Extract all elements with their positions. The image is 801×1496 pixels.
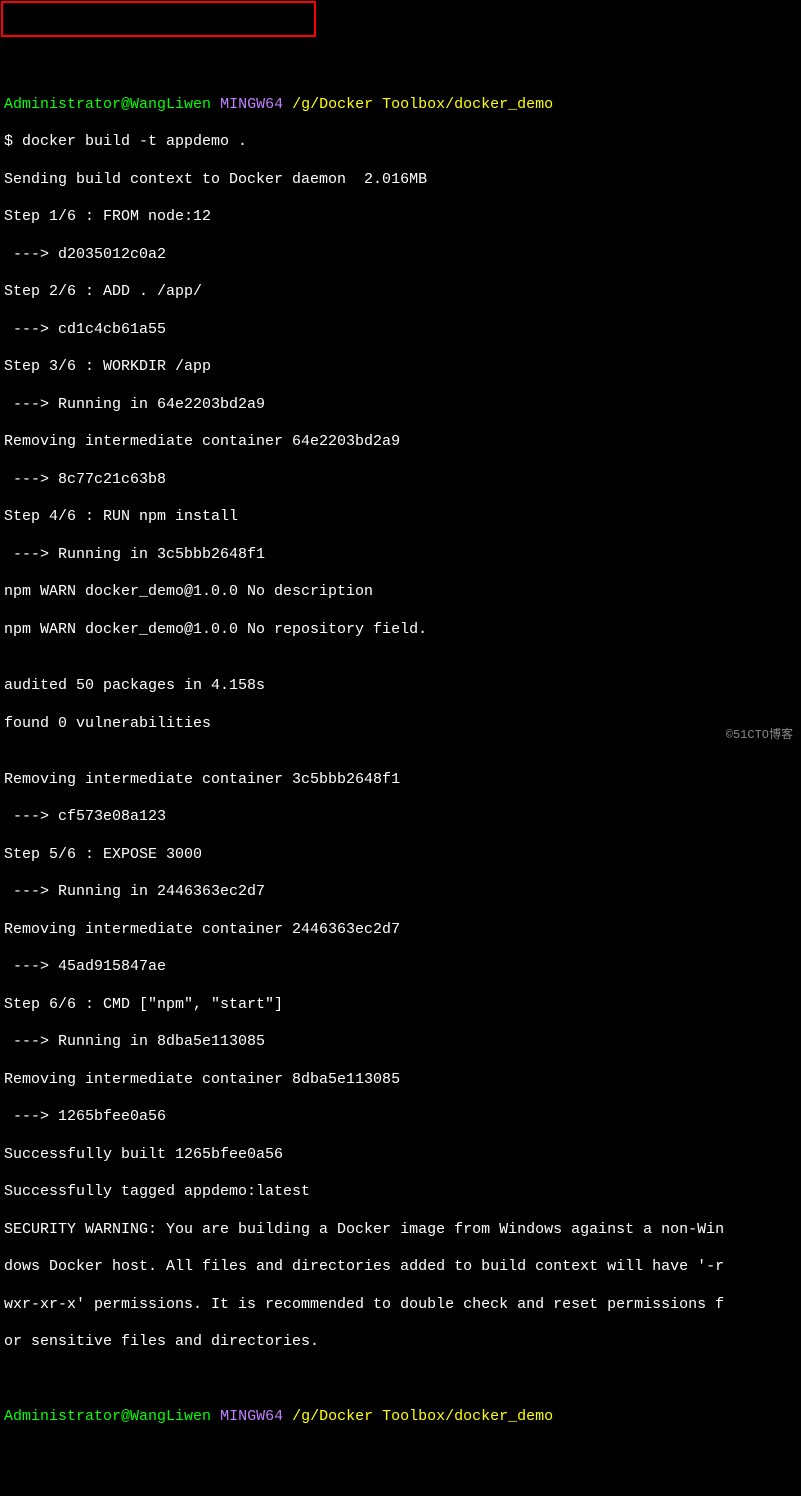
output-line: ---> d2035012c0a2: [4, 246, 797, 265]
output-line: Successfully built 1265bfee0a56: [4, 1146, 797, 1165]
output-line: Step 5/6 : EXPOSE 3000: [4, 846, 797, 865]
output-line: dows Docker host. All files and director…: [4, 1258, 797, 1277]
output-line: Removing intermediate container 2446363e…: [4, 921, 797, 940]
output-line: Removing intermediate container 64e2203b…: [4, 433, 797, 452]
output-line: Step 2/6 : ADD . /app/: [4, 283, 797, 302]
output-line: ---> 8c77c21c63b8: [4, 471, 797, 490]
output-line: ---> Running in 8dba5e113085: [4, 1033, 797, 1052]
output-line: audited 50 packages in 4.158s: [4, 677, 797, 696]
prompt-path: /g/Docker Toolbox/docker_demo: [292, 96, 553, 113]
prompt-line-1: Administrator@WangLiwen MINGW64 /g/Docke…: [4, 96, 797, 115]
output-line: npm WARN docker_demo@1.0.0 No descriptio…: [4, 583, 797, 602]
output-line: Step 4/6 : RUN npm install: [4, 508, 797, 527]
output-line: Step 6/6 : CMD ["npm", "start"]: [4, 996, 797, 1015]
prompt-user: Administrator@WangLiwen: [4, 1408, 211, 1425]
output-line: wxr-xr-x' permissions. It is recommended…: [4, 1296, 797, 1315]
terminal-window[interactable]: Administrator@WangLiwen MINGW64 /g/Docke…: [0, 75, 801, 1448]
blank-line: [4, 1371, 797, 1390]
prompt-shell: MINGW64: [220, 96, 283, 113]
prompt-path: /g/Docker Toolbox/docker_demo: [292, 1408, 553, 1425]
output-line: ---> Running in 3c5bbb2648f1: [4, 546, 797, 565]
output-line: ---> cd1c4cb61a55: [4, 321, 797, 340]
output-line: ---> 1265bfee0a56: [4, 1108, 797, 1127]
output-line: Step 3/6 : WORKDIR /app: [4, 358, 797, 377]
output-line: SECURITY WARNING: You are building a Doc…: [4, 1221, 797, 1240]
output-line: Sending build context to Docker daemon 2…: [4, 171, 797, 190]
prompt-shell: MINGW64: [220, 1408, 283, 1425]
watermark-text: ©51CTO博客: [726, 728, 793, 743]
command-line: $ docker build -t appdemo .: [4, 133, 797, 152]
prompt-user: Administrator@WangLiwen: [4, 96, 211, 113]
output-line: ---> cf573e08a123: [4, 808, 797, 827]
output-line: Step 1/6 : FROM node:12: [4, 208, 797, 227]
output-line: Removing intermediate container 8dba5e11…: [4, 1071, 797, 1090]
output-line: found 0 vulnerabilities: [4, 715, 797, 734]
output-line: Successfully tagged appdemo:latest: [4, 1183, 797, 1202]
output-line: or sensitive files and directories.: [4, 1333, 797, 1352]
output-line: Removing intermediate container 3c5bbb26…: [4, 771, 797, 790]
output-line: npm WARN docker_demo@1.0.0 No repository…: [4, 621, 797, 640]
prompt-line-2: Administrator@WangLiwen MINGW64 /g/Docke…: [4, 1408, 797, 1427]
red-highlight-annotation: [1, 1, 316, 37]
output-line: ---> Running in 64e2203bd2a9: [4, 396, 797, 415]
output-line: ---> 45ad915847ae: [4, 958, 797, 977]
output-line: ---> Running in 2446363ec2d7: [4, 883, 797, 902]
